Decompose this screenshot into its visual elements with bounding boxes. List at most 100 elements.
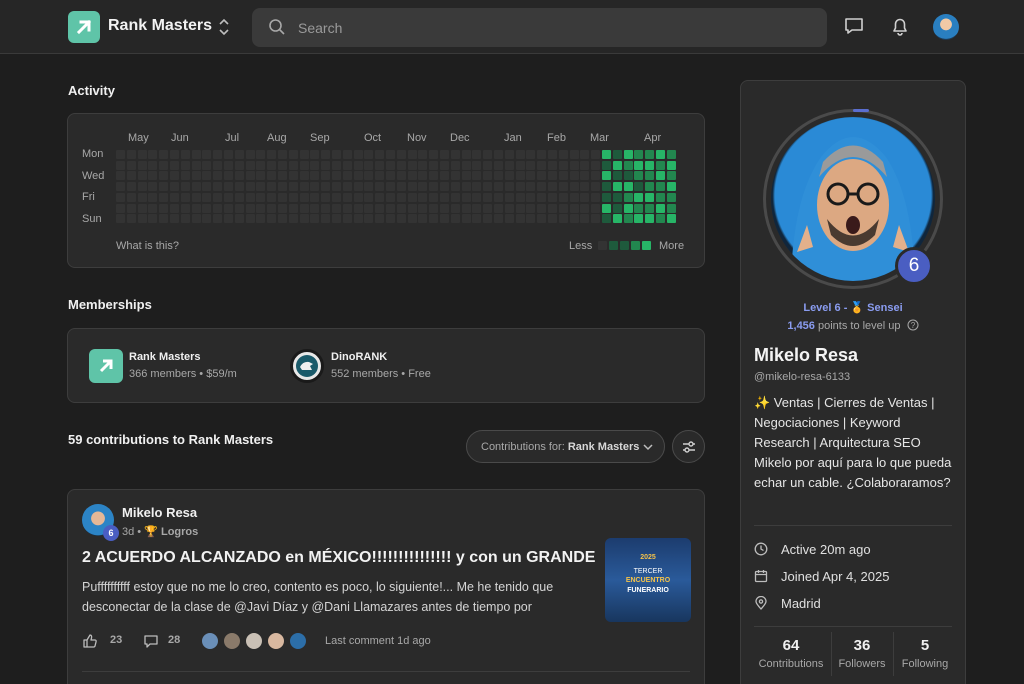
heatmap-cell bbox=[116, 192, 125, 202]
filter-settings-button[interactable] bbox=[672, 430, 705, 463]
post-category[interactable]: Logros bbox=[161, 526, 198, 538]
contributions-count[interactable]: 64 bbox=[752, 637, 830, 654]
month-label: Sep bbox=[310, 132, 330, 144]
post-body[interactable]: Puffffffffff estoy que no me lo creo, co… bbox=[82, 577, 587, 617]
search-bar[interactable] bbox=[252, 8, 827, 47]
heatmap-cell bbox=[170, 150, 179, 159]
heatmap-cell bbox=[440, 160, 449, 170]
heatmap-cell bbox=[656, 203, 665, 213]
heatmap-cell bbox=[526, 160, 536, 170]
heatmap-cell bbox=[407, 214, 417, 224]
heatmap-cell bbox=[213, 171, 223, 181]
heatmap-cell bbox=[332, 182, 341, 192]
heatmap-cell bbox=[299, 203, 309, 213]
heatmap-cell bbox=[126, 171, 136, 181]
commenter-avatar[interactable] bbox=[200, 631, 220, 651]
post-author-name[interactable]: Mikelo Resa bbox=[122, 505, 197, 520]
heatmap-cell bbox=[191, 192, 201, 202]
heatmap-cell bbox=[310, 214, 320, 224]
heatmap-cell bbox=[256, 192, 266, 202]
arrow-up-right-icon bbox=[76, 19, 92, 35]
post-thumbnail[interactable]: 2025 TERCER ENCUENTRO FUNERARIO bbox=[605, 538, 691, 622]
heatmap-cell bbox=[645, 214, 655, 224]
heatmap-cell bbox=[202, 160, 212, 170]
profile-handle: @mikelo-resa-6133 bbox=[754, 371, 851, 383]
heatmap-cell bbox=[504, 214, 514, 224]
user-avatar[interactable] bbox=[933, 14, 959, 40]
commenter-avatar[interactable] bbox=[244, 631, 264, 651]
heatmap-cell bbox=[472, 203, 482, 213]
heatmap-cell bbox=[116, 214, 125, 224]
heatmap-cell bbox=[623, 214, 633, 224]
memberships-title: Memberships bbox=[68, 297, 152, 312]
heatmap-cell bbox=[407, 150, 417, 159]
day-label: Sun bbox=[82, 212, 102, 225]
community-logo[interactable] bbox=[68, 11, 100, 43]
heatmap-cell bbox=[342, 160, 352, 170]
heatmap-cell bbox=[526, 214, 536, 224]
month-label: Nov bbox=[407, 132, 427, 144]
search-input[interactable] bbox=[298, 8, 798, 47]
what-is-this-link[interactable]: What is this? bbox=[116, 240, 179, 252]
heatmap-cell bbox=[645, 171, 655, 181]
heatmap-cell bbox=[612, 160, 622, 170]
heatmap-cell bbox=[364, 160, 374, 170]
activity-title: Activity bbox=[68, 83, 115, 98]
chat-icon[interactable] bbox=[843, 15, 865, 37]
heatmap-cell bbox=[558, 150, 568, 159]
comment-icon[interactable] bbox=[143, 633, 159, 649]
heatmap-cell bbox=[267, 182, 277, 192]
heatmap-cell bbox=[342, 203, 352, 213]
heatmap-cell bbox=[472, 182, 482, 192]
help-circle-icon[interactable]: ? bbox=[907, 319, 919, 331]
like-icon[interactable] bbox=[82, 633, 98, 649]
heatmap-cell bbox=[126, 160, 136, 170]
community-switcher-icon[interactable] bbox=[218, 16, 230, 39]
bell-icon[interactable] bbox=[889, 15, 911, 37]
heatmap-cell bbox=[407, 192, 417, 202]
heatmap-cell bbox=[321, 150, 331, 159]
heatmap-cell bbox=[548, 192, 557, 202]
points-value: 1,456 bbox=[787, 320, 815, 332]
heatmap-cell bbox=[548, 160, 557, 170]
post-title[interactable]: 2 ACUERDO ALCANZADO en MÉXICO!!!!!!!!!!!… bbox=[82, 549, 595, 567]
heatmap-cell bbox=[202, 214, 212, 224]
heatmap-cell bbox=[580, 182, 590, 192]
thumb-line: TERCER bbox=[633, 568, 663, 575]
heatmap-cell bbox=[159, 182, 169, 192]
heatmap-cell bbox=[342, 171, 352, 181]
heatmap-cell bbox=[310, 203, 320, 213]
following-count[interactable]: 5 bbox=[886, 637, 964, 654]
heatmap-cell bbox=[504, 160, 514, 170]
heatmap-cell bbox=[213, 192, 223, 202]
heatmap-cell bbox=[245, 192, 255, 202]
commenter-avatar[interactable] bbox=[222, 631, 242, 651]
heatmap-cell bbox=[591, 182, 601, 192]
heatmap-cell bbox=[461, 150, 471, 159]
contributions-filter-dropdown[interactable]: Contributions for: Rank Masters bbox=[466, 430, 665, 463]
month-label: Apr bbox=[644, 132, 662, 144]
heatmap-cell bbox=[429, 182, 439, 192]
heatmap-cell bbox=[299, 182, 309, 192]
heatmap-cell bbox=[450, 214, 460, 224]
commenter-avatar[interactable] bbox=[288, 631, 308, 651]
heatmap-cell bbox=[494, 182, 503, 192]
heatmap-cell bbox=[148, 160, 158, 170]
heatmap-cell bbox=[321, 214, 331, 224]
points-suffix: points to level up bbox=[814, 320, 901, 332]
heatmap-cell bbox=[515, 160, 525, 170]
commenter-avatar[interactable] bbox=[266, 631, 286, 651]
heatmap-cell bbox=[526, 192, 536, 202]
level-badge: 6 bbox=[895, 247, 933, 285]
heatmap-cell bbox=[213, 160, 223, 170]
heatmap-cell bbox=[386, 171, 395, 181]
heatmap-cell bbox=[612, 150, 622, 159]
day-label: Wed bbox=[82, 169, 105, 182]
heatmap-cell bbox=[224, 160, 233, 170]
heatmap-cell bbox=[537, 203, 547, 213]
heatmap-cell bbox=[137, 214, 147, 224]
heatmap-cell bbox=[612, 192, 622, 202]
thumb-year: 2025 bbox=[640, 554, 656, 561]
heatmap-cell bbox=[526, 150, 536, 159]
community-name[interactable]: Rank Masters bbox=[108, 17, 212, 35]
